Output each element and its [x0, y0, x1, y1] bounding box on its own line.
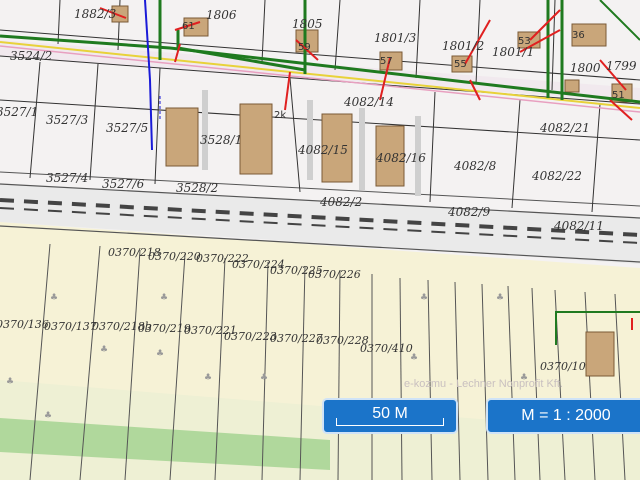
parcel-label: 4082/15	[297, 143, 348, 157]
parcel-label: 0370/223	[224, 330, 277, 343]
parcel-label: 3527/3	[46, 113, 89, 127]
parcel-label: 4082/16	[375, 151, 426, 165]
svg-text:♣: ♣	[156, 349, 164, 359]
parcel-label: 4082/9	[447, 205, 491, 219]
svg-text:♣: ♣	[410, 353, 418, 363]
svg-text:♣: ♣	[420, 293, 428, 303]
svg-text:♣: ♣	[50, 293, 58, 303]
parcel-label: 1800	[570, 61, 601, 75]
map-ratio-label: M = 1 : 2000	[521, 407, 611, 424]
svg-text:♣: ♣	[44, 411, 52, 421]
parcel-label: 0370/219	[138, 322, 191, 335]
parcel-label: 3524/2	[10, 49, 52, 63]
parcel-label: 1805	[292, 17, 323, 31]
parcel-label: 3528/2	[176, 181, 218, 195]
svg-text:♣: ♣	[496, 293, 504, 303]
scale-button[interactable]: 50 M	[322, 398, 458, 434]
parcel-label: 0370/137	[44, 320, 97, 333]
parcel-label: 1801/3	[374, 31, 417, 45]
house-number: 51	[612, 90, 625, 101]
parcel-label: 1801/2	[442, 39, 484, 53]
svg-text:♣: ♣	[260, 373, 268, 383]
parcel-label: 3527/5	[106, 121, 148, 135]
house-number: 59	[298, 42, 311, 53]
parcel-label: 3527/1	[0, 105, 38, 119]
parcel-label: 0370/227	[270, 332, 323, 345]
parcel-label: 4082/22	[531, 169, 582, 183]
parcel-label: 0370/136	[0, 318, 49, 331]
house-number: 36	[572, 30, 585, 41]
parcel-label: 4082/11	[553, 219, 604, 233]
house-number: 61	[182, 21, 195, 32]
house-number: 2k	[274, 110, 286, 121]
parcel-label: 3527/4	[46, 171, 88, 185]
svg-text:♣: ♣	[204, 373, 212, 383]
map-ratio-button[interactable]: M = 1 : 2000	[486, 398, 640, 434]
parcel-label: 0370/220	[148, 250, 201, 263]
parcel-label: 1882/3	[74, 7, 117, 21]
svg-text:♣: ♣	[6, 377, 14, 387]
parcel-label: 4082/8	[453, 159, 497, 173]
parcel-label: 4082/21	[539, 121, 590, 135]
parcel-label: 1801/1	[492, 45, 534, 59]
parcel-label: 3527/6	[102, 177, 145, 191]
parcel-label: 3528/1	[200, 133, 242, 147]
scale-bar-icon	[336, 418, 444, 426]
house-number: 57	[380, 56, 393, 67]
watermark: e-kozmu - Lechner Nonprofit Kft.	[404, 378, 563, 390]
house-number: 55	[454, 59, 467, 70]
house-number: 53	[518, 36, 531, 47]
parcel-label: 0370/410	[360, 342, 413, 355]
parcel-label: 4082/2	[319, 195, 362, 209]
svg-text:♣: ♣	[160, 293, 168, 303]
parcel-label: 1806	[206, 8, 237, 22]
parcel-label: 0370/10	[540, 360, 586, 373]
parcel-label: 4082/14	[343, 95, 394, 109]
parcel-label: 1799	[606, 59, 637, 73]
parcel-label: 0370/226	[308, 268, 361, 281]
svg-text:♣: ♣	[100, 345, 108, 355]
